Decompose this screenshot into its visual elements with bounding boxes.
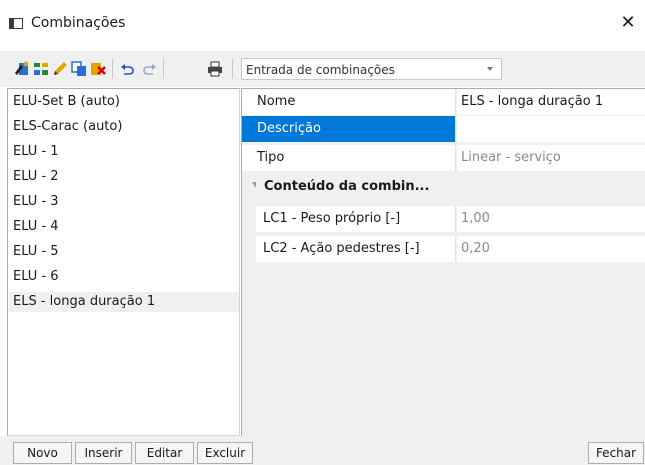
list-item-selected[interactable]: ELS - longa duração 1 (9, 292, 239, 312)
redo-icon[interactable] (141, 61, 157, 77)
close-dialog-button[interactable]: Fechar (588, 442, 644, 464)
window-title: Combinações (31, 15, 126, 31)
list-item[interactable]: ELS-Carac (auto) (9, 117, 239, 137)
property-value-tipo: Linear - serviço (457, 145, 645, 171)
close-button[interactable]: ✕ (611, 8, 645, 38)
list-item[interactable]: ELU - 1 (9, 142, 239, 162)
delete-button[interactable]: Excluir (197, 442, 253, 464)
insert-button[interactable]: Inserir (75, 442, 132, 464)
list-item[interactable]: ELU - 4 (9, 217, 239, 237)
category-gutter (242, 205, 256, 263)
chevron-down-icon (487, 67, 493, 71)
property-row-tipo: Tipo Linear - serviço (242, 145, 645, 171)
undo-icon[interactable] (120, 61, 136, 77)
edit-pencil-icon[interactable] (52, 61, 68, 77)
list-item[interactable]: ELU - 6 (9, 267, 239, 287)
list-item[interactable]: ELU - 3 (9, 192, 239, 212)
property-category-row[interactable]: Conteúdo da combin... (242, 173, 645, 205)
title-bar: Combinações ✕ (0, 0, 645, 48)
property-label-tipo: Tipo (242, 145, 456, 171)
list-item[interactable]: ELU - 2 (9, 167, 239, 187)
new-combination-icon[interactable] (14, 61, 30, 77)
delete-icon[interactable] (90, 61, 106, 77)
property-row-lc2: LC2 - Ação pedestres [-] 0,20 (256, 236, 645, 262)
copy-icon[interactable] (71, 61, 87, 77)
property-label-nome: Nome (242, 89, 456, 115)
edit-button[interactable]: Editar (135, 442, 194, 464)
new-button[interactable]: Novo (13, 442, 72, 464)
list-item[interactable]: ELU - 5 (9, 242, 239, 262)
combinations-mode-dropdown[interactable]: Entrada de combinações (241, 58, 502, 80)
generate-combinations-icon[interactable] (33, 61, 49, 77)
dropdown-selected-value: Entrada de combinações (246, 63, 395, 77)
button-bar: Novo Inserir Editar Excluir Fechar (0, 436, 645, 465)
toolbar-separator (112, 59, 113, 79)
property-row-descricao: Descrição (242, 116, 645, 142)
property-value-lc1[interactable]: 1,00 (457, 206, 645, 232)
toolbar-separator (163, 59, 164, 79)
property-row-nome: Nome ELS - longa duração 1 (242, 89, 645, 115)
property-value-descricao[interactable] (457, 116, 645, 142)
toolbar: Entrada de combinações (0, 51, 645, 87)
print-icon[interactable] (207, 61, 223, 77)
property-value-lc2[interactable]: 0,20 (457, 236, 645, 262)
property-category-label: Conteúdo da combin... (264, 179, 430, 194)
window-icon (9, 18, 23, 29)
property-label-descricao[interactable]: Descrição (242, 116, 456, 142)
property-value-nome[interactable]: ELS - longa duração 1 (457, 89, 645, 115)
toolbar-separator (232, 59, 233, 79)
property-label-lc1: LC1 - Peso próprio [-] (256, 206, 456, 232)
list-item[interactable]: ELU-Set B (auto) (9, 92, 239, 112)
combinations-list[interactable]: ELU-Set B (auto) ELS-Carac (auto) ELU - … (7, 88, 240, 436)
property-row-lc1: LC1 - Peso próprio [-] 1,00 (256, 206, 645, 232)
property-grid: Nome ELS - longa duração 1 Descrição Tip… (241, 88, 645, 436)
property-label-lc2: LC2 - Ação pedestres [-] (256, 236, 456, 262)
collapse-arrow-icon[interactable] (252, 182, 256, 188)
